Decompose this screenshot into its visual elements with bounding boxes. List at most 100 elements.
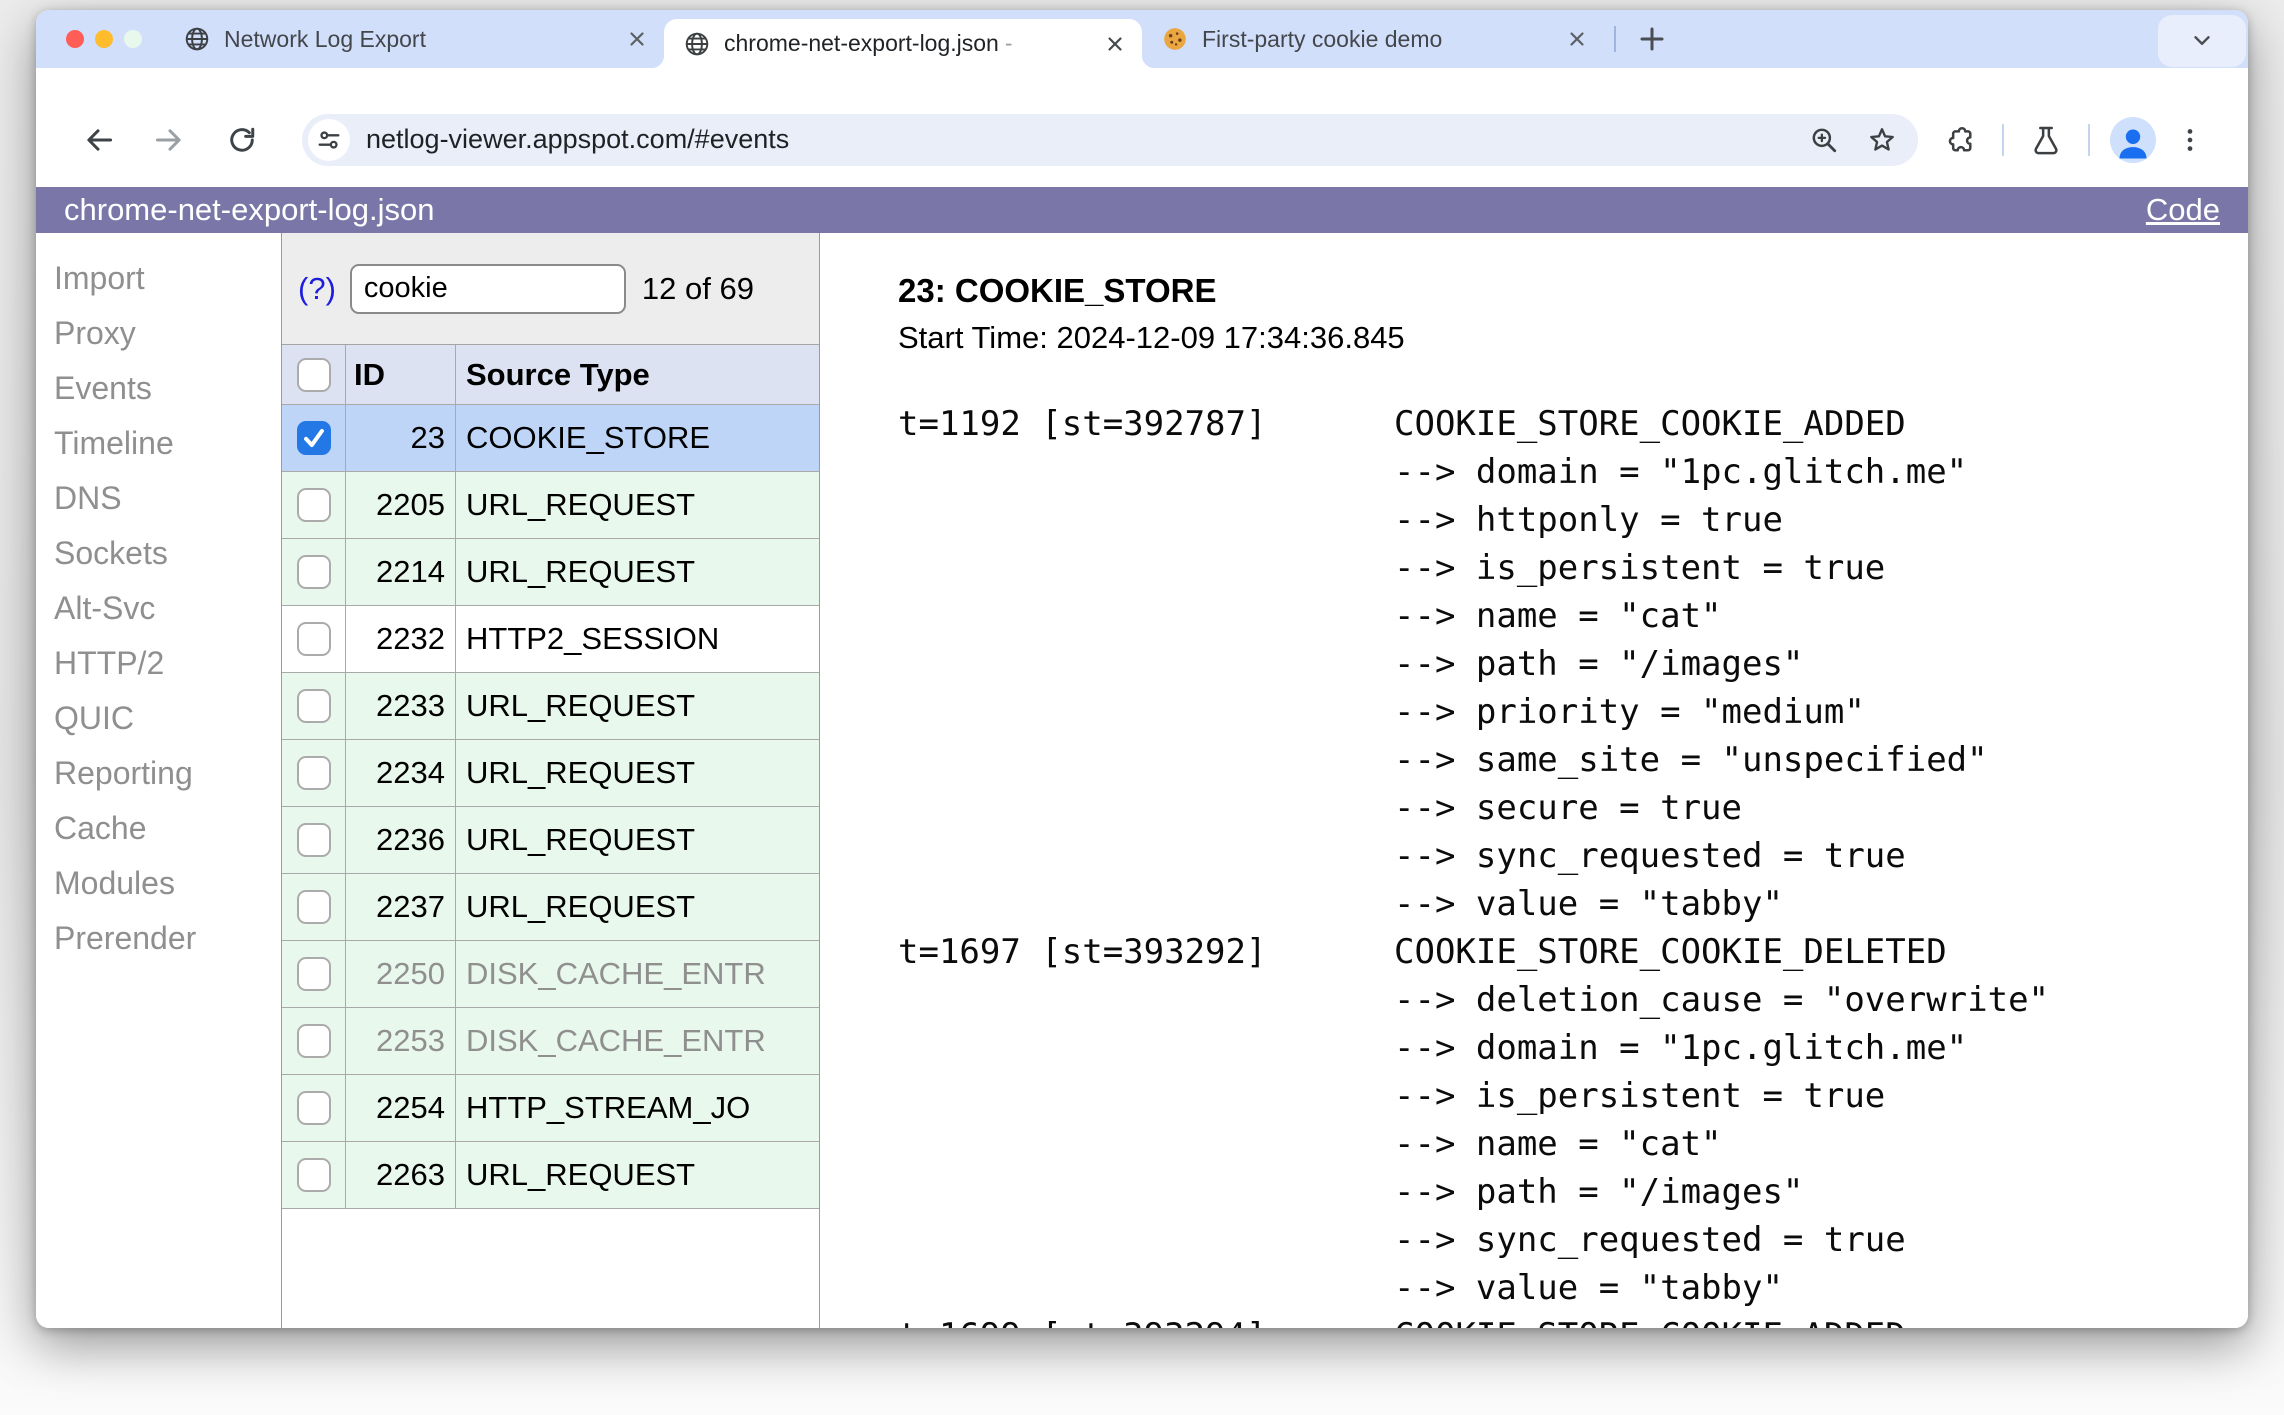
table-row-2250[interactable]: 2250 DISK_CACHE_ENTR — [282, 941, 819, 1008]
menu-kebab-icon[interactable] — [2166, 116, 2214, 164]
log-param-text: --> priority = "medium" — [1394, 692, 1865, 732]
table-row-2205[interactable]: 2205 URL_REQUEST — [282, 472, 819, 539]
log-param-text: --> sync_requested = true — [1394, 836, 1906, 876]
code-link[interactable]: Code — [2146, 192, 2220, 228]
log-param-text: --> domain = "1pc.glitch.me" — [1394, 1028, 1968, 1068]
row-checkbox[interactable] — [296, 823, 331, 857]
event-table-body: 23 COOKIE_STORE 2205 URL_REQUEST 2214 URL_REQ… — [282, 405, 819, 1209]
select-all-checkbox[interactable] — [296, 357, 331, 392]
close-tab-icon[interactable] — [1562, 24, 1592, 54]
sidebar-item-import[interactable]: Import — [54, 251, 281, 306]
sidebar-item-alt-svc[interactable]: Alt-Svc — [54, 581, 281, 636]
table-row-2236[interactable]: 2236 URL_REQUEST — [282, 807, 819, 874]
row-checkbox[interactable] — [296, 890, 331, 924]
globe-icon — [684, 31, 710, 57]
row-source-type: URL_REQUEST — [456, 874, 819, 941]
log-event-header: t=1699 [st=393294]COOKIE_STORE_COOKIE_AD… — [898, 1312, 2248, 1328]
new-tab-button[interactable] — [1632, 19, 1672, 59]
tab-first-party-cookie-demo[interactable]: First-party cookie demo — [1142, 10, 1604, 68]
maximize-window-button[interactable] — [124, 30, 142, 48]
log-param-text: --> sync_requested = true — [1394, 1220, 1906, 1260]
row-id: 2250 — [346, 941, 456, 1008]
sidebar-item-quic[interactable]: QUIC — [54, 691, 281, 746]
row-checkbox[interactable] — [296, 756, 331, 790]
row-id: 2234 — [346, 740, 456, 807]
tab-strip-divider — [1614, 26, 1616, 52]
back-button[interactable] — [72, 114, 124, 166]
row-checkbox[interactable] — [296, 488, 331, 522]
sidebar-item-reporting[interactable]: Reporting — [54, 746, 281, 801]
row-checkbox[interactable] — [296, 1158, 331, 1192]
sidebar-item-sockets[interactable]: Sockets — [54, 526, 281, 581]
row-source-type: URL_REQUEST — [456, 740, 819, 807]
log-param: --> secure = true — [898, 784, 2248, 832]
table-row-2253[interactable]: 2253 DISK_CACHE_ENTR — [282, 1008, 819, 1075]
toolbar-divider — [2002, 123, 2004, 156]
row-checkbox[interactable] — [296, 689, 331, 723]
table-row-2263[interactable]: 2263 URL_REQUEST — [282, 1142, 819, 1209]
close-window-button[interactable] — [66, 30, 84, 48]
row-source-type: URL_REQUEST — [456, 673, 819, 740]
netlog-header-bar: chrome-net-export-log.json Code — [36, 187, 2248, 233]
row-id: 2205 — [346, 472, 456, 539]
row-check-cell — [282, 941, 346, 1008]
log-time: t=1697 [st=393292] — [898, 932, 1267, 972]
row-check-cell — [282, 1142, 346, 1209]
sidebar-item-proxy[interactable]: Proxy — [54, 306, 281, 361]
log-event-name: COOKIE_STORE_COOKIE_DELETED — [1394, 932, 1947, 972]
event-table-header: ID Source Type — [282, 345, 819, 405]
sidebar-item-dns[interactable]: DNS — [54, 471, 281, 526]
table-row-2214[interactable]: 2214 URL_REQUEST — [282, 539, 819, 606]
row-source-type: HTTP2_SESSION — [456, 606, 819, 673]
log-param-text: --> path = "/images" — [1394, 644, 1804, 684]
row-checkbox[interactable] — [296, 421, 331, 455]
close-tab-icon[interactable] — [1100, 29, 1130, 59]
row-check-cell — [282, 405, 346, 472]
row-checkbox[interactable] — [296, 1024, 331, 1058]
column-header-source-type: Source Type — [456, 345, 819, 405]
row-id: 2214 — [346, 539, 456, 606]
log-param: --> same_site = "unspecified" — [898, 736, 2248, 784]
row-id: 23 — [346, 405, 456, 472]
url-text[interactable]: netlog-viewer.appspot.com/#events — [366, 124, 1786, 155]
row-checkbox[interactable] — [296, 555, 331, 589]
log-param: --> path = "/images" — [898, 1168, 2248, 1216]
sidebar-item-timeline[interactable]: Timeline — [54, 416, 281, 471]
sidebar-item-http-2[interactable]: HTTP/2 — [54, 636, 281, 691]
filter-help-link[interactable]: (?) — [298, 271, 336, 307]
row-source-type: URL_REQUEST — [456, 539, 819, 606]
table-row-2232[interactable]: 2232 HTTP2_SESSION — [282, 606, 819, 673]
cookie-icon — [1162, 26, 1188, 52]
minimize-window-button[interactable] — [95, 30, 113, 48]
extensions-icon[interactable] — [1936, 116, 1984, 164]
site-settings-icon[interactable] — [308, 118, 350, 161]
forward-button[interactable] — [144, 114, 196, 166]
filter-input[interactable] — [349, 263, 626, 314]
window-controls — [36, 30, 164, 48]
tab-search-button[interactable] — [2158, 14, 2246, 67]
row-check-cell — [282, 874, 346, 941]
sidebar-item-modules[interactable]: Modules — [54, 856, 281, 911]
close-tab-icon[interactable] — [622, 24, 652, 54]
table-row-2234[interactable]: 2234 URL_REQUEST — [282, 740, 819, 807]
profile-avatar[interactable] — [2110, 116, 2156, 163]
row-checkbox[interactable] — [296, 957, 331, 991]
sidebar-item-cache[interactable]: Cache — [54, 801, 281, 856]
sidebar-item-prerender[interactable]: Prerender — [54, 911, 281, 966]
tab-title: Network Log Export — [224, 25, 426, 52]
table-row-2233[interactable]: 2233 URL_REQUEST — [282, 673, 819, 740]
address-bar[interactable]: netlog-viewer.appspot.com/#events — [302, 113, 1918, 166]
bookmark-star-icon[interactable] — [1862, 120, 1902, 160]
row-checkbox[interactable] — [296, 622, 331, 656]
log-param: --> is_persistent = true — [898, 1072, 2248, 1120]
zoom-icon[interactable] — [1804, 120, 1844, 160]
tab-network-log-export[interactable]: Network Log Export — [164, 10, 664, 68]
reload-button[interactable] — [216, 114, 268, 166]
table-row-2237[interactable]: 2237 URL_REQUEST — [282, 874, 819, 941]
tab-chrome-net-export-log[interactable]: chrome-net-export-log.json - — [651, 19, 1155, 68]
table-row-23[interactable]: 23 COOKIE_STORE — [282, 405, 819, 472]
sidebar-item-events[interactable]: Events — [54, 361, 281, 416]
row-checkbox[interactable] — [296, 1091, 331, 1125]
labs-flask-icon[interactable] — [2022, 116, 2070, 164]
table-row-2254[interactable]: 2254 HTTP_STREAM_JO — [282, 1075, 819, 1142]
